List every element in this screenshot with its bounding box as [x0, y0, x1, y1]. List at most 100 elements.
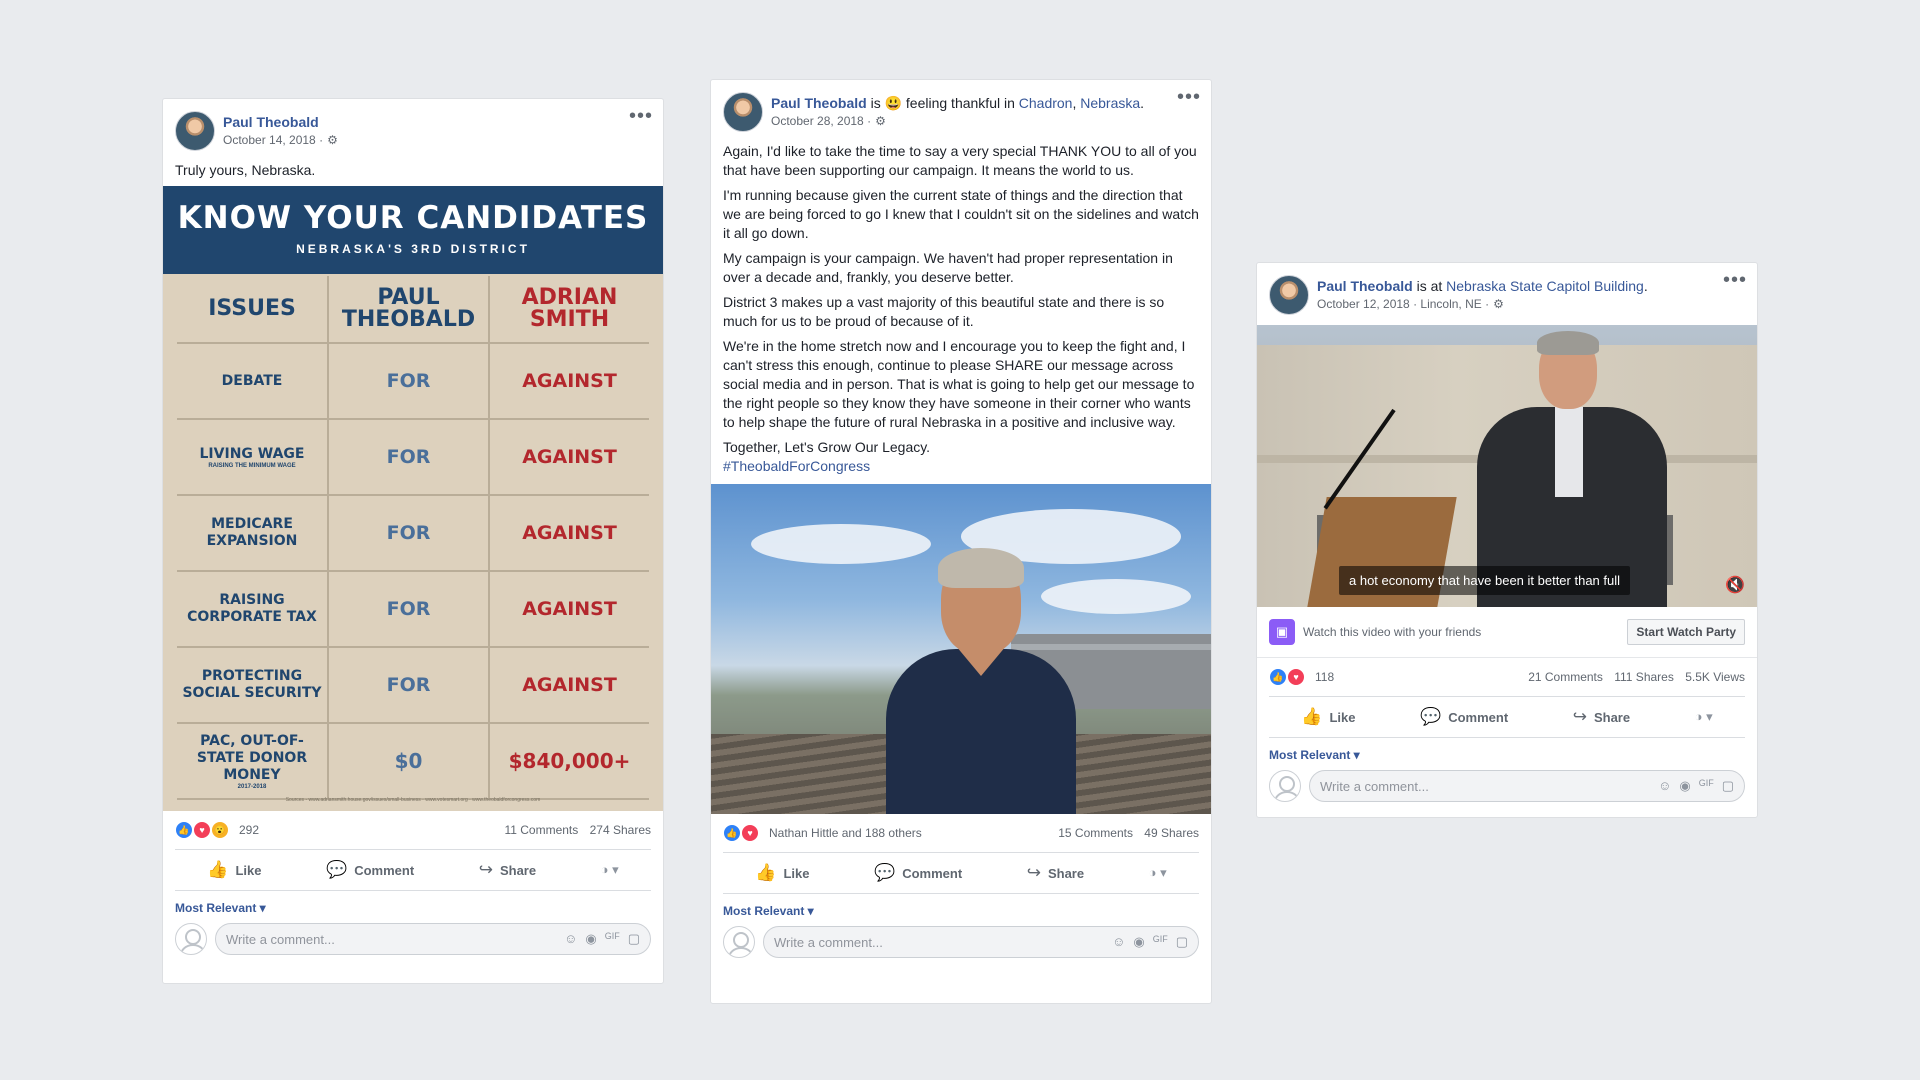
cloud-shape — [1041, 579, 1191, 614]
author-name[interactable]: Paul Theobald — [1317, 278, 1413, 294]
share-button[interactable]: ↪ Share — [1027, 863, 1084, 883]
post-paragraph: District 3 makes up a vast majority of t… — [723, 294, 1165, 329]
like-label: Like — [783, 865, 810, 881]
comments-count[interactable]: 15 Comments — [1058, 826, 1133, 840]
reaction-count: 292 — [239, 823, 260, 837]
camera-icon[interactable]: ◉ — [1679, 778, 1690, 794]
theobald-position: FOR — [386, 446, 431, 468]
comment-input[interactable]: Write a comment... ☺ ◉ GIF ▢ — [215, 923, 651, 955]
share-button[interactable]: ↪ Share — [1573, 707, 1630, 727]
post-date[interactable]: October 14, 2018 · — [223, 133, 323, 147]
emoji-icon[interactable]: ☺ — [1112, 934, 1125, 950]
start-watch-party-button[interactable]: Start Watch Party — [1627, 619, 1745, 645]
comparison-row: LIVING WAGE RAISING THE MINIMUM WAGE FOR AG… — [177, 420, 649, 496]
theobald-position: $0 — [394, 749, 423, 773]
graphic-title: KNOW YOUR CANDIDATES — [177, 200, 649, 236]
most-relevant-dropdown[interactable]: Most Relevant ▾ — [711, 894, 1211, 918]
share-button[interactable]: ↪ Share — [479, 860, 536, 880]
shares-count[interactable]: 49 Shares — [1144, 826, 1199, 840]
hashtag-link[interactable]: #TheobaldForCongress — [723, 458, 870, 474]
author-avatar[interactable] — [723, 92, 763, 132]
place-link-chadron[interactable]: Chadron — [1019, 95, 1073, 111]
like-reaction-icon: 👍 — [175, 821, 193, 839]
post-header-text: Paul Theobald is at Nebraska State Capit… — [1317, 277, 1707, 311]
like-button[interactable]: 👍 Like — [755, 863, 809, 883]
like-button[interactable]: 👍 Like — [1301, 707, 1355, 727]
issue-label: DEBATE — [221, 372, 283, 389]
author-avatar[interactable] — [1269, 275, 1309, 315]
gif-icon[interactable]: GIF — [1153, 934, 1168, 950]
comment-button[interactable]: 💬 Comment — [874, 863, 962, 883]
comments-count[interactable]: 21 Comments — [1528, 670, 1603, 684]
post-paragraph: I'm running because given the current st… — [723, 187, 1199, 241]
theobald-position: FOR — [386, 598, 431, 620]
sticker-icon[interactable]: ▢ — [1722, 778, 1734, 794]
more-options-icon[interactable]: ••• — [1723, 270, 1747, 290]
author-avatar[interactable] — [175, 111, 215, 151]
shares-count[interactable]: 274 Shares — [590, 823, 651, 837]
issues-header: ISSUES — [208, 296, 296, 321]
gif-icon[interactable]: GIF — [1699, 778, 1714, 794]
comment-input[interactable]: Write a comment... ☺ ◉ GIF ▢ — [763, 926, 1199, 958]
comment-button[interactable]: 💬 Comment — [1420, 707, 1508, 727]
like-button[interactable]: 👍 Like — [207, 860, 261, 880]
post-header: Paul Theobald is 😃 feeling thankful in C… — [711, 80, 1211, 132]
sticker-icon[interactable]: ▢ — [1176, 934, 1188, 950]
post-paragraph: We're in the home stretch now and I enco… — [723, 338, 1195, 430]
more-options-icon[interactable]: ••• — [1177, 87, 1201, 107]
post-card-3: Paul Theobald is at Nebraska State Capit… — [1256, 262, 1758, 818]
shares-count[interactable]: 111 Shares — [1614, 670, 1674, 684]
candidate-photo[interactable] — [711, 484, 1211, 814]
theobald-header: PAUL THEOBALD — [341, 285, 476, 332]
author-name[interactable]: Paul Theobald — [223, 114, 319, 130]
comment-label: Comment — [902, 865, 963, 881]
mute-icon[interactable]: 🔇 — [1725, 575, 1745, 595]
comparison-row: PAC, OUT-OF-STATE DONOR MONEY 2017-2018 $0… — [177, 724, 649, 800]
author-name[interactable]: Paul Theobald — [771, 95, 867, 111]
watch-party-text: Watch this video with your friends — [1303, 625, 1482, 639]
place-link-capitol[interactable]: Nebraska State Capitol Building — [1446, 278, 1644, 294]
audience-selector-icon[interactable]: ◑ ▾ — [1149, 865, 1167, 881]
like-reaction-icon: 👍 — [1269, 668, 1287, 686]
audience-selector-icon[interactable]: ◑ ▾ — [601, 862, 619, 878]
camera-icon[interactable]: ◉ — [585, 931, 596, 947]
comparison-row: MEDICARE EXPANSION FOR AGAINST — [177, 496, 649, 572]
sticker-icon[interactable]: ▢ — [628, 931, 640, 947]
share-label: Share — [1047, 865, 1085, 881]
reactions-summary[interactable]: 👍 ♥ Nathan Hittle and 188 others — [723, 824, 922, 842]
issue-label: RAISING CORPORATE TAX — [187, 592, 317, 625]
audience-selector-icon[interactable]: ◑ ▾ — [1695, 709, 1713, 725]
comment-button[interactable]: 💬 Comment — [326, 860, 414, 880]
graphic-subtitle: NEBRASKA'S 3RD DISTRICT — [296, 242, 530, 256]
reactors-text: Nathan Hittle and 188 others — [769, 826, 922, 840]
reactions-summary[interactable]: 👍 ♥ 118 — [1269, 668, 1334, 686]
camera-icon[interactable]: ◉ — [1133, 934, 1144, 950]
is-text: is — [866, 95, 885, 111]
period-text: . — [1140, 95, 1145, 111]
share-icon: ↪ — [478, 860, 493, 879]
most-relevant-dropdown[interactable]: Most Relevant ▾ — [163, 891, 663, 915]
love-reaction-icon: ♥ — [193, 821, 211, 839]
post-header-text: Paul Theobald is 😃 feeling thankful in C… — [771, 94, 1161, 128]
most-relevant-dropdown[interactable]: Most Relevant ▾ — [1257, 738, 1757, 762]
comment-placeholder: Write a comment... — [1320, 778, 1429, 794]
place-link-nebraska[interactable]: Nebraska — [1080, 95, 1140, 111]
emoji-icon[interactable]: ☺ — [564, 931, 577, 947]
post-date[interactable]: October 12, 2018 · Lincoln, NE · — [1317, 297, 1489, 311]
gif-icon[interactable]: GIF — [605, 931, 620, 947]
post-header-text: Paul Theobald October 14, 2018 · ⚙ — [223, 113, 613, 147]
issue-label: PAC, OUT-OF-STATE DONOR MONEY — [196, 732, 308, 783]
more-options-icon[interactable]: ••• — [629, 106, 653, 126]
post-date[interactable]: October 28, 2018 · — [771, 114, 871, 128]
smith-position: AGAINST — [522, 370, 617, 392]
smith-position: AGAINST — [522, 522, 617, 544]
emoji-icon[interactable]: ☺ — [1658, 778, 1671, 794]
comment-input[interactable]: Write a comment... ☺ ◉ GIF ▢ — [1309, 770, 1745, 802]
video-player[interactable]: a hot economy that have been it better t… — [1257, 325, 1757, 607]
like-label: Like — [1329, 709, 1356, 725]
comments-count[interactable]: 11 Comments — [504, 823, 578, 837]
theobald-position: FOR — [386, 522, 431, 544]
reactions-summary[interactable]: 👍 ♥ 😮 292 — [175, 821, 259, 839]
comparison-row: RAISING CORPORATE TAX FOR AGAINST — [177, 572, 649, 648]
candidate-comparison-graphic[interactable]: KNOW YOUR CANDIDATES NEBRASKA'S 3RD DIST… — [163, 186, 663, 811]
